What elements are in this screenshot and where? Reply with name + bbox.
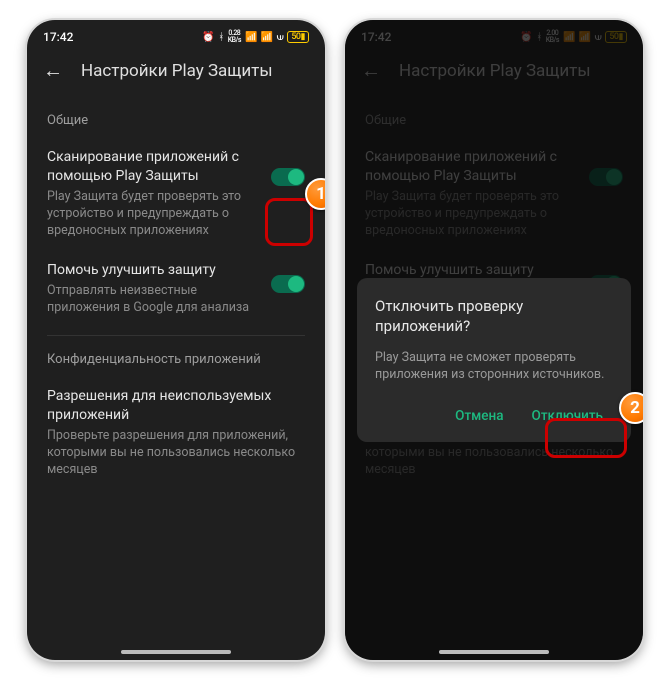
net-speed: 0.28KB/s: [228, 30, 241, 44]
setting-perms-desc: Проверьте разрешения для приложений, кот…: [47, 428, 305, 479]
status-time: 17:42: [43, 30, 73, 44]
scan-toggle[interactable]: [271, 168, 305, 186]
setting-improve-desc: Отправлять неизвестные приложения в Goog…: [47, 283, 259, 317]
bluetooth-icon: ᚼ: [218, 32, 224, 43]
setting-perms-title: Разрешения для неиспользуемых приложений: [47, 387, 305, 425]
home-indicator[interactable]: [439, 650, 549, 654]
setting-scan-desc: Play Защита будет проверять это устройст…: [47, 189, 259, 240]
dialog-body: Play Защита не сможет проверять приложен…: [375, 349, 613, 384]
page-title: Настройки Play Защиты: [81, 61, 273, 81]
home-indicator[interactable]: [121, 650, 231, 654]
dialog-title: Отключить проверку приложений?: [375, 296, 613, 337]
callout-badge-2: 2: [619, 392, 643, 424]
divider: [47, 335, 305, 336]
section-privacy-label: Конфиденциальность приложений: [27, 342, 325, 377]
confirm-button[interactable]: Отключить: [522, 400, 613, 432]
phone-right: 17:42 ⏰ ᚼ 2.00KB/s 📶 📶 ⟒ 50▮ ← Настройки…: [345, 20, 643, 660]
setting-scan-title: Сканирование приложений с помощью Play З…: [47, 148, 259, 186]
signal-icon: 📶: [245, 32, 257, 43]
setting-improve-protection[interactable]: Помочь улучшить защиту Отправлять неизве…: [27, 251, 325, 329]
app-bar: ← Настройки Play Защиты: [27, 50, 325, 95]
signal-icon: 📶: [261, 32, 273, 43]
status-bar: 17:42 ⏰ ᚼ 0.28KB/s 📶 📶 ⟒ 50▮: [27, 20, 325, 50]
status-icons: ⏰ ᚼ 0.28KB/s 📶 📶 ⟒ 50▮: [202, 30, 309, 44]
battery-icon: 50▮: [287, 31, 309, 43]
setting-improve-title: Помочь улучшить защиту: [47, 261, 259, 280]
improve-toggle[interactable]: [271, 275, 305, 293]
setting-unused-permissions[interactable]: Разрешения для неиспользуемых приложений…: [27, 377, 325, 490]
cancel-button[interactable]: Отмена: [445, 400, 513, 432]
alarm-icon: ⏰: [202, 32, 214, 43]
setting-scan-apps[interactable]: Сканирование приложений с помощью Play З…: [27, 138, 325, 251]
dialog-actions: Отмена Отключить: [375, 400, 613, 432]
section-general-label: Общие: [27, 95, 325, 138]
phone-left: 17:42 ⏰ ᚼ 0.28KB/s 📶 📶 ⟒ 50▮ ← Настройки…: [27, 20, 325, 660]
confirm-dialog: Отключить проверку приложений? Play Защи…: [357, 278, 631, 442]
back-arrow-icon[interactable]: ←: [43, 58, 63, 83]
wifi-icon: ⟒: [277, 32, 283, 43]
